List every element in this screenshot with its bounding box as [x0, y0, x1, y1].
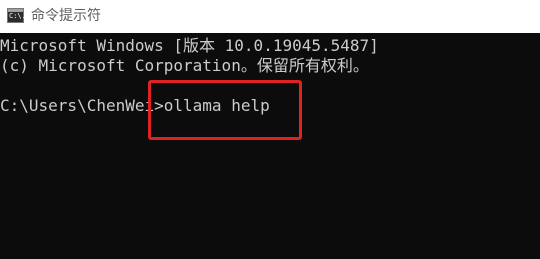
title-bar[interactable]: C:\. 命令提示符: [0, 0, 540, 33]
cmd-icon-glyph: C:\.: [9, 12, 26, 20]
console-line-prompt-command: C:\Users\ChenWei>ollama help: [0, 96, 270, 115]
command-prompt-window: C:\. 命令提示符 Microsoft Windows [版本 10.0.19…: [0, 0, 540, 259]
console-output[interactable]: Microsoft Windows [版本 10.0.19045.5487] (…: [0, 34, 540, 259]
console-line-copyright: (c) Microsoft Corporation。保留所有权利。: [0, 56, 369, 75]
console-line-version: Microsoft Windows [版本 10.0.19045.5487]: [0, 36, 379, 55]
window-title: 命令提示符: [31, 8, 101, 24]
cmd-icon: C:\.: [7, 8, 26, 23]
